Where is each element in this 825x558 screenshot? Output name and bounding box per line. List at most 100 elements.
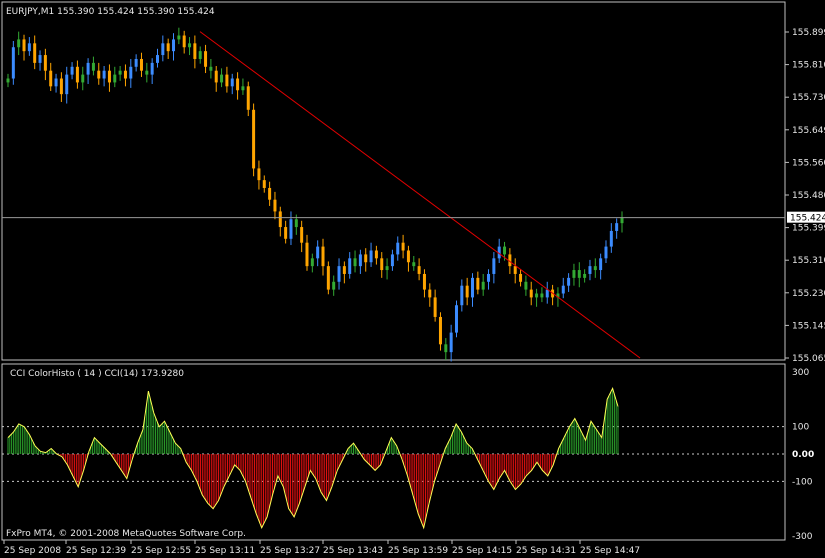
symbol-caption: EURJPY,M1 155.390 155.424 155.390 155.42… [6,7,215,17]
time-tick-label: 25 Sep 13:59 [388,546,448,556]
price-pane[interactable]: 155.899 155.810 155.730 155.649 155.560 155.4… [1,1,825,364]
price-tick-label: 155.810 [792,61,825,71]
candle-body [145,70,149,75]
candle-body [599,258,603,271]
cci-level-label: 100 [792,423,809,433]
copyright-text: FxPro MT4, © 2001-2008 MetaQuotes Softwa… [6,529,246,539]
candle-body [86,62,90,75]
candle-body [545,289,549,298]
candle-body [102,70,106,79]
candle-body [27,43,31,52]
candle-body [43,55,47,71]
time-tick-label: 25 Sep 14:15 [452,546,512,556]
candle-body [230,78,234,87]
candle-body [65,74,69,95]
price-tick-label: 155.145 [792,321,825,331]
candle-body [257,168,261,181]
candle-body [524,281,528,290]
time-tick-label: 25 Sep 13:43 [323,546,383,556]
candle-body [33,43,37,63]
candle-body [310,258,314,267]
time-tick-label: 25 Sep 2008 [4,546,61,556]
time-tick-label: 25 Sep 14:47 [580,546,640,556]
candle-body [374,250,378,259]
time-tick-label: 25 Sep 13:27 [260,546,320,556]
candle-body [577,270,581,278]
candle-body [609,230,613,247]
candle-body [449,332,453,353]
time-tick-label: 25 Sep 14:31 [516,546,576,556]
candle-body [364,254,368,263]
candle-body [129,66,133,79]
candle-body [161,43,165,56]
candle-body [241,86,245,91]
candle-body [519,273,523,282]
candle-body [465,285,469,298]
candle-body [49,70,53,87]
candle-body [615,223,619,231]
price-tick-label: 155.649 [792,126,825,136]
candle-body [246,86,250,110]
candle-body [438,316,442,345]
candle-body [433,297,437,317]
candle-body [454,305,458,333]
price-tick-label: 155.065 [792,354,825,364]
price-pane-frame [1,1,786,361]
candle-body [182,35,186,48]
candle-body [348,258,352,274]
candle-body [204,51,208,67]
candle-body [380,258,384,271]
candle-body [316,246,320,259]
candle-body [561,285,565,294]
candle-body [396,242,400,255]
candle-body [284,227,288,239]
candle-body [268,187,272,200]
candle-body [177,35,181,40]
current-price-label: 155.424 [790,214,825,224]
candle-body [513,266,517,274]
candle-body [252,109,256,169]
candle-body [236,78,240,91]
candle-body [150,62,154,75]
candle-body [422,273,426,290]
candle-body [326,266,330,290]
candle-body [166,43,170,52]
candle-body [22,39,26,52]
candle-body [273,199,277,212]
time-tick-label: 25 Sep 13:11 [195,546,255,556]
candle-body [289,219,293,239]
candle-body [460,285,464,306]
candle-body [353,258,357,267]
candle-body [529,289,533,298]
cci-level-label: -100 [792,477,813,487]
price-tick-label: 155.230 [792,289,825,299]
candle-body [583,273,587,278]
candle-body [262,180,266,188]
candle-body [193,43,197,59]
price-tick-label: 155.730 [792,93,825,103]
candle-body [385,266,389,271]
candle-body [38,55,42,63]
candle-body [428,289,432,298]
candle-body [134,58,138,67]
candle-body [332,281,336,290]
candle-body [91,62,95,71]
candle-body [305,242,309,267]
indicator-caption: CCI ColorHisto ( 14 ) CCI(14) 173.9280 [10,369,184,379]
candle-body [321,246,325,267]
candle-body [471,277,475,298]
time-tick-label: 25 Sep 12:39 [66,546,126,556]
mt4-chart-window[interactable]: 155.899 155.810 155.730 155.649 155.560 155.4… [0,0,825,558]
candle-body [70,66,74,75]
candle-body [188,43,192,48]
indicator-pane[interactable]: 300 100 0.00 -100 -300 CCI ColorHisto ( 14 )… [1,363,814,542]
candle-body [107,70,111,83]
candle-body [337,266,341,282]
time-tick-label: 25 Sep 12:55 [131,546,191,556]
price-tick-label: 155.899 [792,28,825,38]
candle-body [588,266,592,274]
candle-body [390,254,394,267]
candle-body [481,281,485,290]
candle-body [540,293,544,298]
candle-body [17,39,21,48]
